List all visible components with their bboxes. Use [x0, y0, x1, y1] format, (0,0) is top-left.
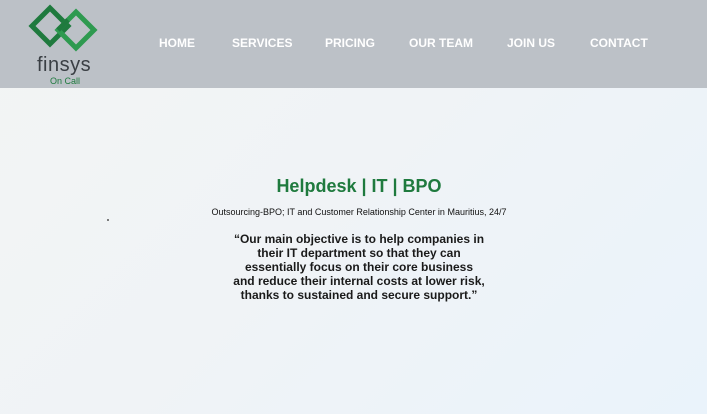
nav-item-services[interactable]: SERVICES [232, 36, 292, 50]
nav-item-pricing[interactable]: PRICING [325, 36, 375, 50]
site-header: finsys On Call HOME SERVICES PRICING OUR… [0, 0, 707, 88]
main-nav: HOME SERVICES PRICING OUR TEAM JOIN US C… [0, 36, 707, 52]
brand-name: finsys [37, 54, 92, 76]
hero-subtitle: Outsourcing-BPO; IT and Customer Relatio… [211, 207, 507, 217]
nav-item-contact[interactable]: CONTACT [590, 36, 648, 50]
decorative-dot [107, 219, 109, 221]
hero-quote-line: “Our main objective is to help companies… [233, 232, 485, 246]
page: finsys On Call HOME SERVICES PRICING OUR… [0, 0, 707, 414]
hero-quote-line: thanks to sustained and secure support.” [240, 288, 478, 302]
hero-quote-line: and reduce their internal costs at lower… [233, 274, 485, 288]
brand-tagline: On Call [50, 76, 81, 86]
nav-item-our-team[interactable]: OUR TEAM [409, 36, 473, 50]
hero-title: Helpdesk | IT | BPO [276, 176, 442, 196]
nav-item-home[interactable]: HOME [159, 36, 195, 50]
hero-quote-line: their IT department so that they can [257, 246, 461, 260]
hero-quote-line: essentially focus on their core business [244, 260, 474, 274]
hero-quote: “Our main objective is to help companies… [209, 232, 509, 302]
nav-item-join-us[interactable]: JOIN US [507, 36, 555, 50]
